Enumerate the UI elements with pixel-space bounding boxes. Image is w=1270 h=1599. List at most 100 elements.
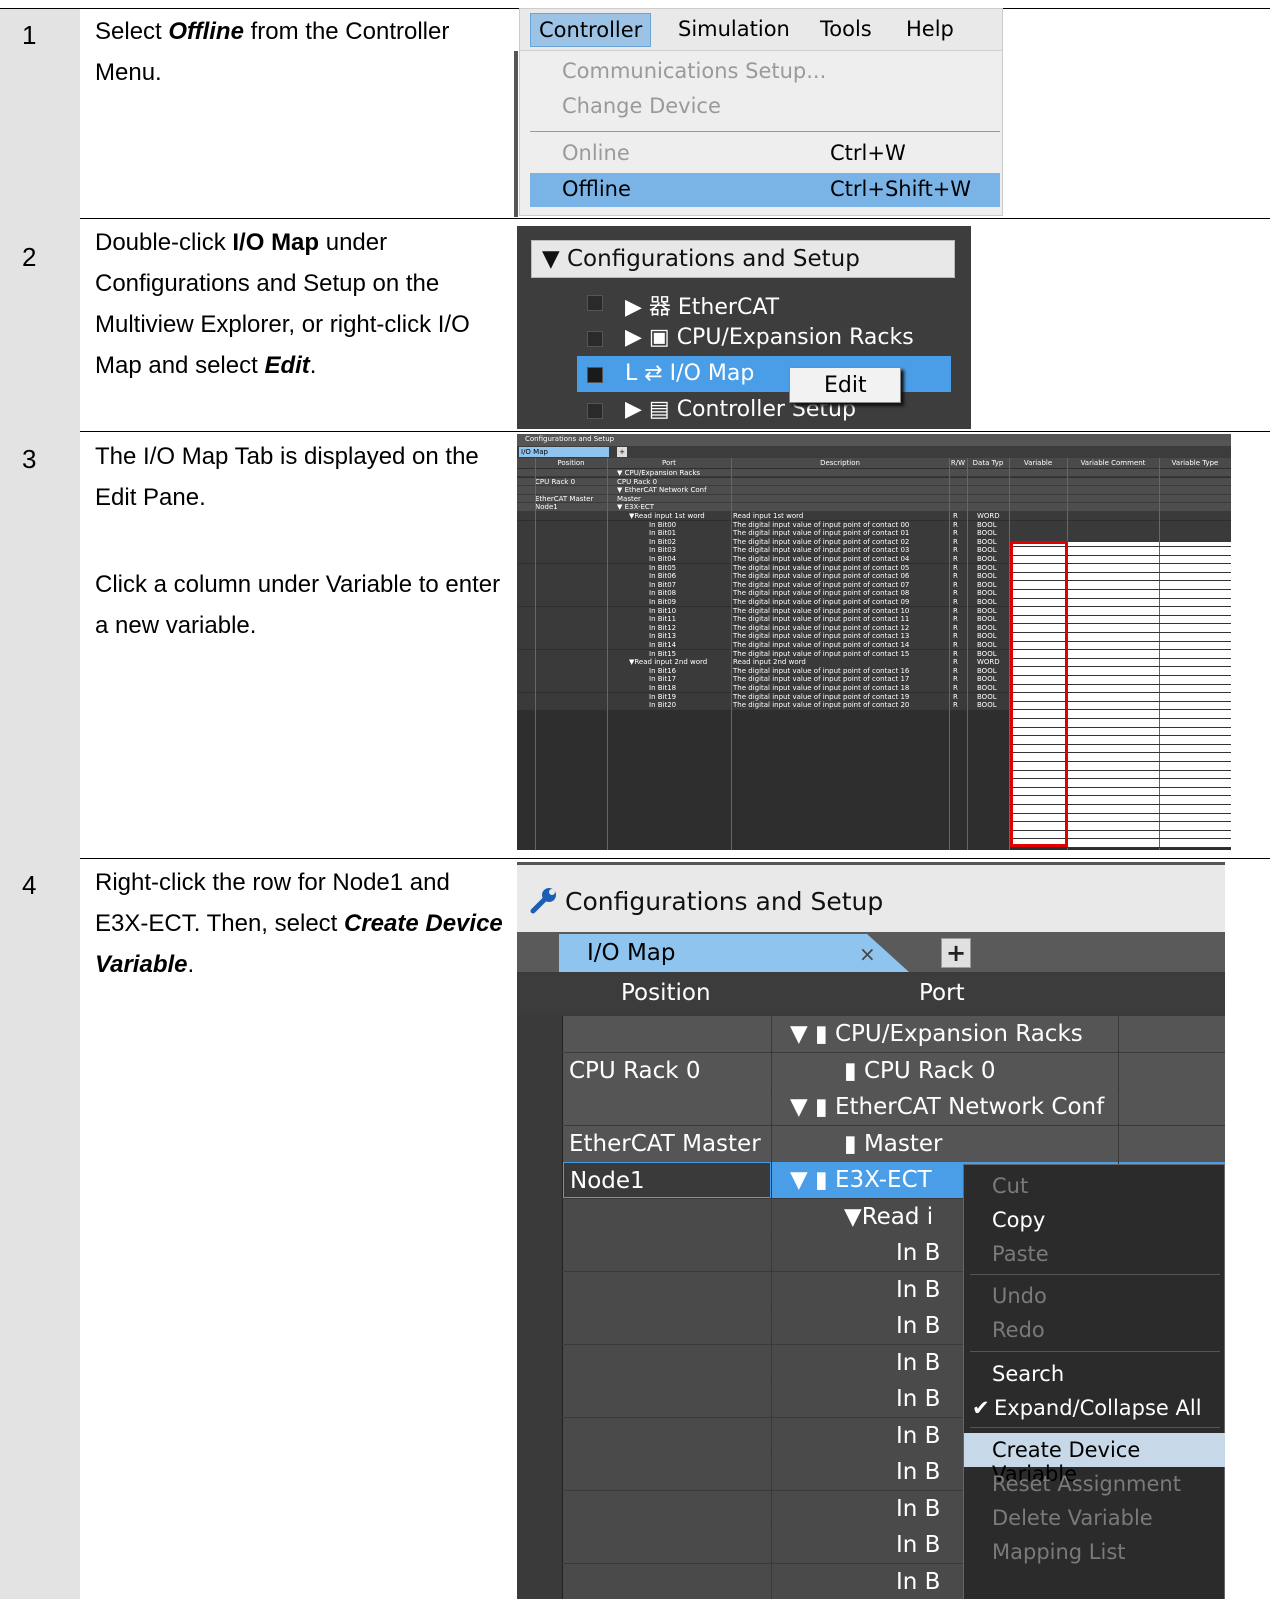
cell-position[interactable]: CPU Rack 0 (563, 1052, 771, 1089)
context-item-delete-variable[interactable]: Delete Variable (964, 1501, 1225, 1535)
cell-position[interactable] (563, 1381, 771, 1417)
cell-position[interactable] (563, 1016, 771, 1052)
context-item-redo[interactable]: Redo (964, 1313, 1225, 1347)
context-item-paste[interactable]: Paste (964, 1237, 1225, 1271)
row-header[interactable] (517, 1052, 563, 1089)
table-row[interactable]: ▼ ▮ EtherCAT Network Conf (517, 1089, 1225, 1125)
context-item-copy[interactable]: Copy (964, 1203, 1225, 1237)
cell-description[interactable] (1119, 1125, 1225, 1162)
cell-description[interactable] (1119, 1016, 1225, 1052)
context-item-undo[interactable]: Undo (964, 1279, 1225, 1313)
context-item-expand-collapse-all[interactable]: ✔ Expand/Collapse All (964, 1391, 1225, 1425)
cell-port: ▼ CPU/Expansion Racks (617, 469, 701, 477)
cell-position[interactable] (563, 1454, 771, 1490)
cell-position[interactable] (563, 1271, 771, 1308)
menu-controller[interactable]: Controller (530, 13, 652, 47)
menu-item-communications-setup[interactable]: Communications Setup... (530, 55, 1000, 89)
cell-position[interactable] (563, 1527, 771, 1563)
row-header[interactable] (517, 1089, 563, 1125)
tree-node-cpu-racks[interactable]: ▶ ▣ CPU/Expansion Racks (517, 320, 971, 356)
tab-io-map[interactable]: I/O Map × (559, 934, 909, 972)
add-tab-button[interactable]: + (617, 447, 627, 457)
cell-rw: R (953, 537, 958, 546)
table-row[interactable]: CPU Rack 0 ▮ CPU Rack 0 (517, 1052, 1225, 1089)
cell-data-type: BOOL (977, 598, 997, 606)
context-item-search[interactable]: Search (964, 1357, 1225, 1391)
cell-position[interactable] (563, 1344, 771, 1381)
cell-port: In Bit10 (649, 606, 677, 615)
cell-position: CPU Rack 0 (535, 477, 576, 486)
tree-node-ethercat[interactable]: ▶ 器 EtherCAT (517, 284, 971, 320)
table-row[interactable]: ▼ ▮ CPU/Expansion Racks (517, 1016, 1225, 1052)
row-header[interactable] (517, 1125, 563, 1162)
cell-position[interactable] (563, 1417, 771, 1454)
cell-port[interactable]: ▼ ▮ CPU/Expansion Racks (772, 1016, 1118, 1052)
cell-port[interactable]: ▼ ▮ EtherCAT Network Conf (772, 1089, 1118, 1125)
cell-port[interactable]: ▮ CPU Rack 0 (772, 1052, 1118, 1089)
row-header[interactable] (517, 1198, 563, 1235)
table-row[interactable]: CPU Rack 0 CPU Rack 0 (517, 477, 1231, 486)
tree-node-controller-setup[interactable]: ▶ ▤ Controller Setup (517, 392, 971, 428)
row-header[interactable] (517, 1563, 563, 1599)
cell-position[interactable]: EtherCAT Master (563, 1125, 771, 1162)
context-separator (970, 1351, 1220, 1352)
table-row[interactable]: ▼ CPU/Expansion Racks (517, 469, 1231, 478)
context-menu-edit[interactable]: Edit (789, 367, 901, 403)
row-header[interactable] (517, 1417, 563, 1454)
menu-help[interactable]: Help (906, 17, 954, 41)
menu-tools[interactable]: Tools (820, 17, 872, 41)
row-header[interactable] (517, 1308, 563, 1344)
row-header[interactable] (517, 1162, 563, 1198)
cell-position[interactable] (563, 1308, 771, 1344)
cell-description[interactable] (1119, 1089, 1225, 1125)
header-label: ▼ Configurations and Setup (542, 246, 860, 272)
port-text: In B (896, 1313, 941, 1339)
cell-description[interactable] (1119, 1052, 1225, 1089)
cell-position[interactable] (563, 1089, 771, 1125)
row-header[interactable] (517, 1235, 563, 1271)
cell-data-type: BOOL (977, 520, 997, 529)
cell-position[interactable] (563, 1198, 771, 1235)
table-row[interactable]: In Bit01 The digital input value of input… (517, 529, 1231, 538)
table-row[interactable]: ▼Read input 1st word Read input 1st word R… (517, 512, 1231, 521)
cell-description: The digital input value of input point o… (733, 623, 910, 632)
row-header[interactable] (517, 1527, 563, 1563)
grid-column-divider (1159, 458, 1160, 850)
table-row[interactable]: ▼ EtherCAT Network Conf (517, 486, 1231, 495)
context-item-reset-assignment[interactable]: Reset Assignment (964, 1467, 1225, 1501)
cell-rw: R (953, 520, 958, 529)
table-row[interactable]: EtherCAT Master Master (517, 494, 1231, 504)
cell-position[interactable] (563, 1490, 771, 1527)
menu-item-online[interactable]: Online Ctrl+W (530, 137, 1000, 171)
row-header[interactable] (517, 1381, 563, 1417)
row-header[interactable] (517, 1344, 563, 1381)
table-row[interactable]: EtherCAT Master ▮ Master (517, 1125, 1225, 1162)
cell-position[interactable]: Node1 (563, 1162, 771, 1198)
cell-position[interactable] (563, 1235, 771, 1271)
menu-item-offline[interactable]: Offline Ctrl+Shift+W (530, 173, 1000, 207)
cell-port[interactable]: ▮ Master (772, 1125, 1118, 1162)
context-item-mapping-list[interactable]: Mapping List (964, 1535, 1225, 1569)
menu-item-change-device[interactable]: Change Device (530, 90, 1000, 124)
table-row[interactable]: In Bit00 The digital input value of input… (517, 520, 1231, 529)
cell-position[interactable] (563, 1563, 771, 1599)
add-tab-button[interactable]: + (941, 938, 971, 968)
row-header[interactable] (517, 1271, 563, 1308)
row-header[interactable] (517, 1490, 563, 1527)
header-position: Position (557, 459, 585, 467)
configurations-and-setup-header[interactable]: ▼ Configurations and Setup (531, 240, 955, 278)
step-2-strong: I/O Map (232, 229, 320, 256)
cell-data-type: BOOL (977, 666, 997, 675)
table-row[interactable]: Node1 ▼ E3X-ECT (517, 503, 1231, 512)
row-header[interactable] (517, 1016, 563, 1052)
cell-description: The digital input value of input point o… (733, 632, 910, 641)
tab-io-map[interactable]: I/O Map (519, 447, 609, 457)
cell-rw: R (953, 563, 958, 572)
cell-description: The digital input value of input point o… (733, 520, 910, 529)
row-header[interactable] (517, 1454, 563, 1490)
context-item-cut[interactable]: Cut (964, 1169, 1225, 1203)
close-icon[interactable]: × (859, 942, 876, 966)
cell-rw: R (953, 684, 958, 692)
context-item-create-device-variable[interactable]: Create Device Variable (964, 1433, 1225, 1486)
menu-simulation[interactable]: Simulation (678, 17, 790, 41)
